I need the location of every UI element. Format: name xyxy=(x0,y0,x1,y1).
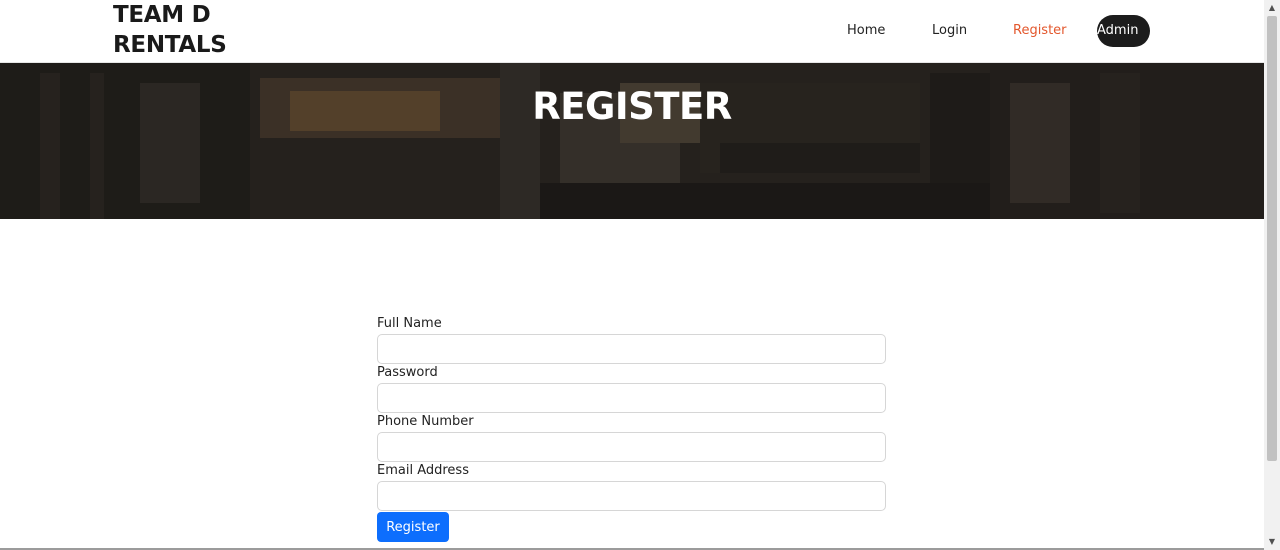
brand-line-2: RENTALS xyxy=(113,32,227,58)
hero-banner: REGISTER xyxy=(0,63,1264,219)
page: TEAM D RENTALS Home Login Register Admin xyxy=(0,0,1264,550)
scrollbar-thumb[interactable] xyxy=(1267,16,1277,461)
nav-register-link[interactable]: Register xyxy=(1013,15,1067,47)
triangle-up-icon[interactable]: ▲ xyxy=(1264,0,1280,16)
full-name-group: Full Name xyxy=(377,316,886,365)
page-title: REGISTER xyxy=(532,85,732,128)
phone-number-input[interactable] xyxy=(377,432,886,462)
email-address-input[interactable] xyxy=(377,481,886,511)
nav-admin-button[interactable]: Admin xyxy=(1097,15,1150,47)
nav-admin-label: Admin xyxy=(1097,23,1139,38)
phone-number-group: Phone Number xyxy=(377,414,886,463)
brand-logo[interactable]: TEAM D RENTALS xyxy=(113,0,263,60)
password-group: Password xyxy=(377,365,886,414)
brand-line-1: TEAM D xyxy=(113,2,211,28)
triangle-down-icon[interactable]: ▼ xyxy=(1264,534,1280,550)
password-label: Password xyxy=(377,365,438,380)
register-button[interactable]: Register xyxy=(377,512,449,542)
site-header: TEAM D RENTALS Home Login Register Admin xyxy=(0,0,1264,63)
password-input[interactable] xyxy=(377,383,886,413)
register-form: Full Name Password Phone Number Email Ad… xyxy=(377,316,886,542)
phone-number-label: Phone Number xyxy=(377,414,474,429)
vertical-scrollbar[interactable]: ▲ ▼ xyxy=(1264,0,1280,550)
email-address-label: Email Address xyxy=(377,463,469,478)
full-name-input[interactable] xyxy=(377,334,886,364)
email-address-group: Email Address xyxy=(377,463,886,512)
full-name-label: Full Name xyxy=(377,316,442,331)
nav-login-link[interactable]: Login xyxy=(932,15,967,47)
nav-home-link[interactable]: Home xyxy=(847,15,885,47)
